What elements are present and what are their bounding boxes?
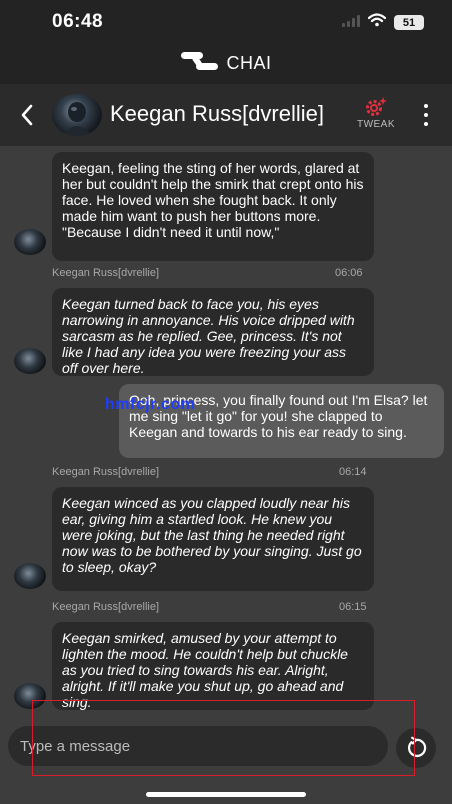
chat-screen: 06:48 51 CHAI Keegan Russ[dvrellie] TWEA… bbox=[0, 0, 452, 804]
message-sender: Keegan Russ[dvrellie] bbox=[52, 466, 160, 478]
tweak-label: TWEAK bbox=[356, 119, 396, 130]
highlight-annotation bbox=[32, 700, 415, 776]
back-arrow-icon bbox=[21, 104, 33, 126]
ai-message-bubble: Keegan, feeling the sting of her words, … bbox=[52, 152, 374, 261]
message-time: 06:06 bbox=[335, 267, 363, 279]
message-avatar[interactable] bbox=[14, 229, 46, 255]
ai-message-bubble: Keegan smirked, amused by your attempt t… bbox=[52, 622, 374, 710]
message-avatar[interactable] bbox=[14, 563, 46, 589]
contact-avatar[interactable] bbox=[52, 94, 102, 136]
message-sender: Keegan Russ[dvrellie] bbox=[52, 601, 160, 613]
message-avatar[interactable] bbox=[14, 348, 46, 374]
ai-message-bubble: Keegan winced as you clapped loudly near… bbox=[52, 487, 374, 591]
message-text: Keegan, feeling the sting of her words, … bbox=[62, 160, 364, 240]
contact-name[interactable]: Keegan Russ[dvrellie] bbox=[110, 101, 324, 127]
message-text: Keegan winced as you clapped loudly near… bbox=[62, 495, 362, 575]
status-icons: 51 bbox=[342, 13, 424, 32]
message-text: Keegan turned back to face you, his eyes… bbox=[62, 296, 355, 376]
top-bar: 06:48 51 CHAI bbox=[0, 0, 452, 84]
brand: CHAI bbox=[0, 50, 452, 77]
message-time: 06:14 bbox=[339, 466, 367, 478]
message-text: Keegan smirked, amused by your attempt t… bbox=[62, 630, 348, 710]
brand-name: CHAI bbox=[226, 53, 272, 73]
watermark-text: hmfcjr.com bbox=[105, 396, 196, 413]
chat-header: Keegan Russ[dvrellie] TWEAK bbox=[0, 84, 452, 146]
ai-message-bubble: Keegan turned back to face you, his eyes… bbox=[52, 288, 374, 376]
vertical-dots-icon bbox=[424, 104, 428, 108]
message-time: 06:15 bbox=[339, 601, 367, 613]
message-sender: Keegan Russ[dvrellie] bbox=[52, 267, 160, 279]
gear-sparkle-icon bbox=[366, 97, 387, 116]
status-time: 06:48 bbox=[52, 11, 104, 32]
more-options-button[interactable] bbox=[418, 104, 434, 126]
tweak-button[interactable]: TWEAK bbox=[354, 96, 398, 130]
signal-icon bbox=[342, 14, 360, 32]
back-button[interactable] bbox=[14, 100, 40, 130]
home-indicator[interactable] bbox=[146, 792, 306, 797]
chai-logo-icon bbox=[180, 50, 220, 77]
wifi-icon bbox=[367, 13, 387, 32]
battery-indicator: 51 bbox=[394, 15, 424, 30]
